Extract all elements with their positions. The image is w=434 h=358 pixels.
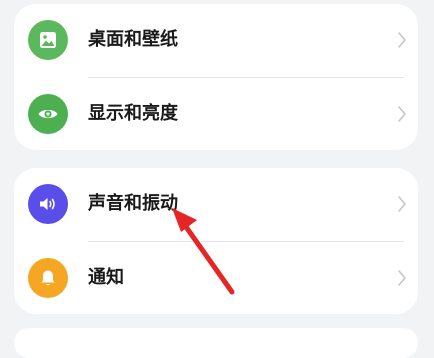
settings-group-display: 桌面和壁纸 显示和亮度 xyxy=(14,4,418,150)
chevron-right-icon xyxy=(398,32,406,48)
display-icon-badge xyxy=(28,94,68,134)
settings-item-sound-vibration[interactable]: 声音和振动 xyxy=(14,168,418,242)
chevron-right-icon xyxy=(398,106,406,122)
settings-group-next xyxy=(14,328,418,358)
sound-icon-badge xyxy=(28,184,68,224)
settings-item-wallpaper[interactable]: 桌面和壁纸 xyxy=(14,4,418,78)
settings-item-notifications[interactable]: 通知 xyxy=(14,242,418,314)
settings-item-label: 通知 xyxy=(88,267,124,288)
notification-icon-badge xyxy=(28,258,68,298)
settings-item-display[interactable]: 显示和亮度 xyxy=(14,78,418,150)
settings-item-label: 声音和振动 xyxy=(88,193,178,214)
settings-item-label: 显示和亮度 xyxy=(88,103,178,124)
chevron-right-icon xyxy=(398,270,406,286)
eye-icon xyxy=(38,109,58,119)
bell-icon xyxy=(41,270,55,286)
wallpaper-icon-badge xyxy=(28,20,68,60)
speaker-icon xyxy=(40,198,55,210)
settings-item-label: 桌面和壁纸 xyxy=(88,29,178,50)
image-icon xyxy=(40,32,56,48)
settings-group-sound: 声音和振动 通知 xyxy=(14,168,418,314)
chevron-right-icon xyxy=(398,196,406,212)
